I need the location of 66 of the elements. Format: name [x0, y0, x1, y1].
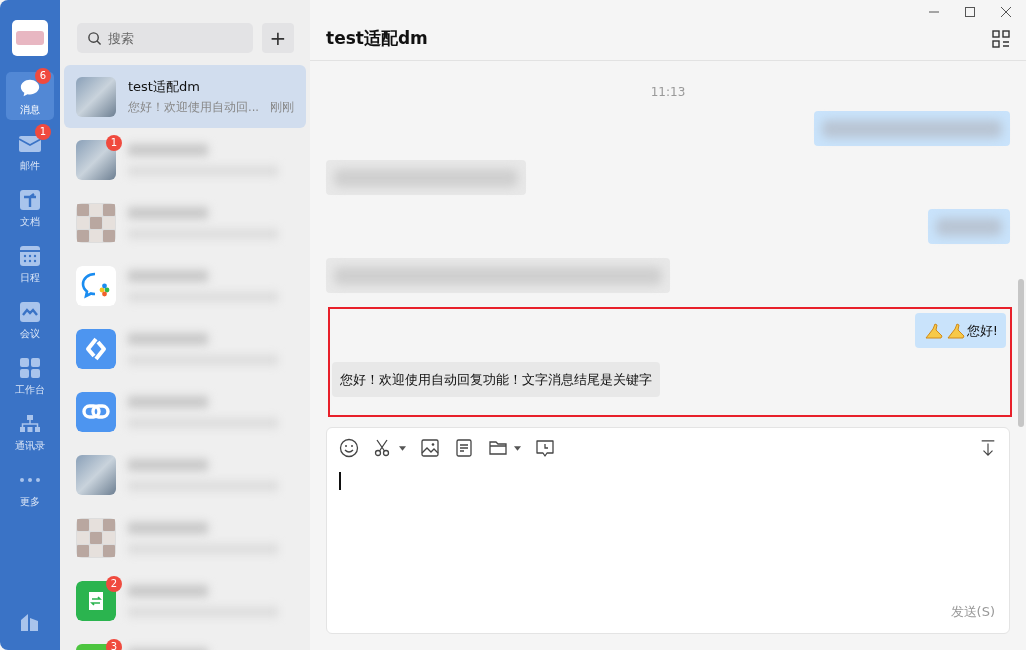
- maximize-icon[interactable]: [964, 6, 976, 18]
- unread-badge: 1: [35, 123, 51, 140]
- nav-label: 会议: [20, 326, 40, 341]
- more-icon: [19, 476, 41, 483]
- unread-badge: 2: [106, 575, 122, 592]
- nav-label: 邮件: [20, 158, 40, 173]
- grid-menu-icon[interactable]: [992, 29, 1010, 48]
- nav-item[interactable]: 会议: [6, 296, 54, 344]
- chat-title: test适配dm: [326, 27, 428, 50]
- group-avatar-placeholder: [76, 202, 116, 243]
- envelope-icon: [18, 133, 42, 154]
- group-avatar-placeholder: [76, 517, 116, 558]
- transfer-icon: [76, 580, 116, 621]
- nav-label: 消息: [20, 102, 40, 117]
- chat-list-item[interactable]: 1: [64, 128, 306, 191]
- add-button[interactable]: +: [262, 23, 294, 53]
- org-chart-icon: [19, 413, 41, 434]
- message-text: 您好！欢迎使用自动回复功能！文字消息结尾是关键字: [340, 370, 652, 389]
- unread-badge: 3: [106, 638, 122, 650]
- scroll-to-bottom-icon[interactable]: [979, 439, 997, 458]
- nav-label: 更多: [20, 494, 40, 509]
- nav-label: 日程: [20, 270, 40, 285]
- calendar-icon: [19, 244, 41, 267]
- search-field[interactable]: 搜索: [77, 23, 253, 53]
- photo-placeholder: [76, 454, 116, 495]
- document-icon: [19, 188, 41, 211]
- image-icon[interactable]: [420, 438, 440, 459]
- send-button[interactable]: 发送(S): [948, 601, 997, 623]
- search-icon: [87, 31, 102, 46]
- unread-badge: 1: [106, 134, 122, 151]
- close-icon[interactable]: [1000, 6, 1012, 18]
- grid-icon: [19, 356, 41, 379]
- bar-chart-icon[interactable]: [20, 612, 40, 632]
- message-composer[interactable]: 发送(S): [326, 427, 1010, 634]
- text-cursor: [339, 472, 341, 491]
- sync-arrows-icon: [76, 328, 116, 369]
- link-icon: [76, 391, 116, 432]
- caret-icon[interactable]: [399, 445, 406, 451]
- clock-message-icon[interactable]: [535, 438, 555, 459]
- message-preview: 您好！欢迎使用自动回...: [128, 100, 259, 115]
- chat-list-item[interactable]: test适配dm 您好！欢迎使用自动回... 刚刚: [64, 65, 306, 128]
- nav-label: 工作台: [15, 382, 45, 397]
- emoji-icon[interactable]: [339, 438, 359, 459]
- scrollbar[interactable]: [1018, 279, 1024, 428]
- nav-item[interactable]: 日程: [6, 240, 54, 288]
- nav-item[interactable]: 工作台: [6, 352, 54, 400]
- photo-placeholder: [76, 76, 116, 117]
- nav-label: 文档: [20, 214, 40, 229]
- caret-icon[interactable]: [514, 445, 521, 451]
- nav-item[interactable]: 文档: [6, 184, 54, 232]
- chat-bubbles-icon: [76, 265, 116, 306]
- unread-badge: 6: [35, 67, 51, 84]
- document-icon[interactable]: [454, 438, 474, 459]
- nav-item[interactable]: 更多: [6, 464, 54, 512]
- message-time: 刚刚: [270, 100, 294, 115]
- chat-name: test适配dm: [128, 78, 201, 96]
- nav-item[interactable]: 通讯录: [6, 408, 54, 456]
- hand-emoji-icon: [944, 320, 967, 341]
- timestamp: 11:13: [650, 85, 686, 100]
- chat-list-item[interactable]: 2: [64, 569, 306, 632]
- nav-label: 通讯录: [15, 438, 45, 453]
- meeting-icon: [19, 300, 41, 323]
- chat-list-item[interactable]: 3: [64, 632, 306, 650]
- hand-emoji-icon: [922, 320, 945, 341]
- message-text: 您好!: [966, 321, 998, 340]
- photo-placeholder: [76, 139, 116, 180]
